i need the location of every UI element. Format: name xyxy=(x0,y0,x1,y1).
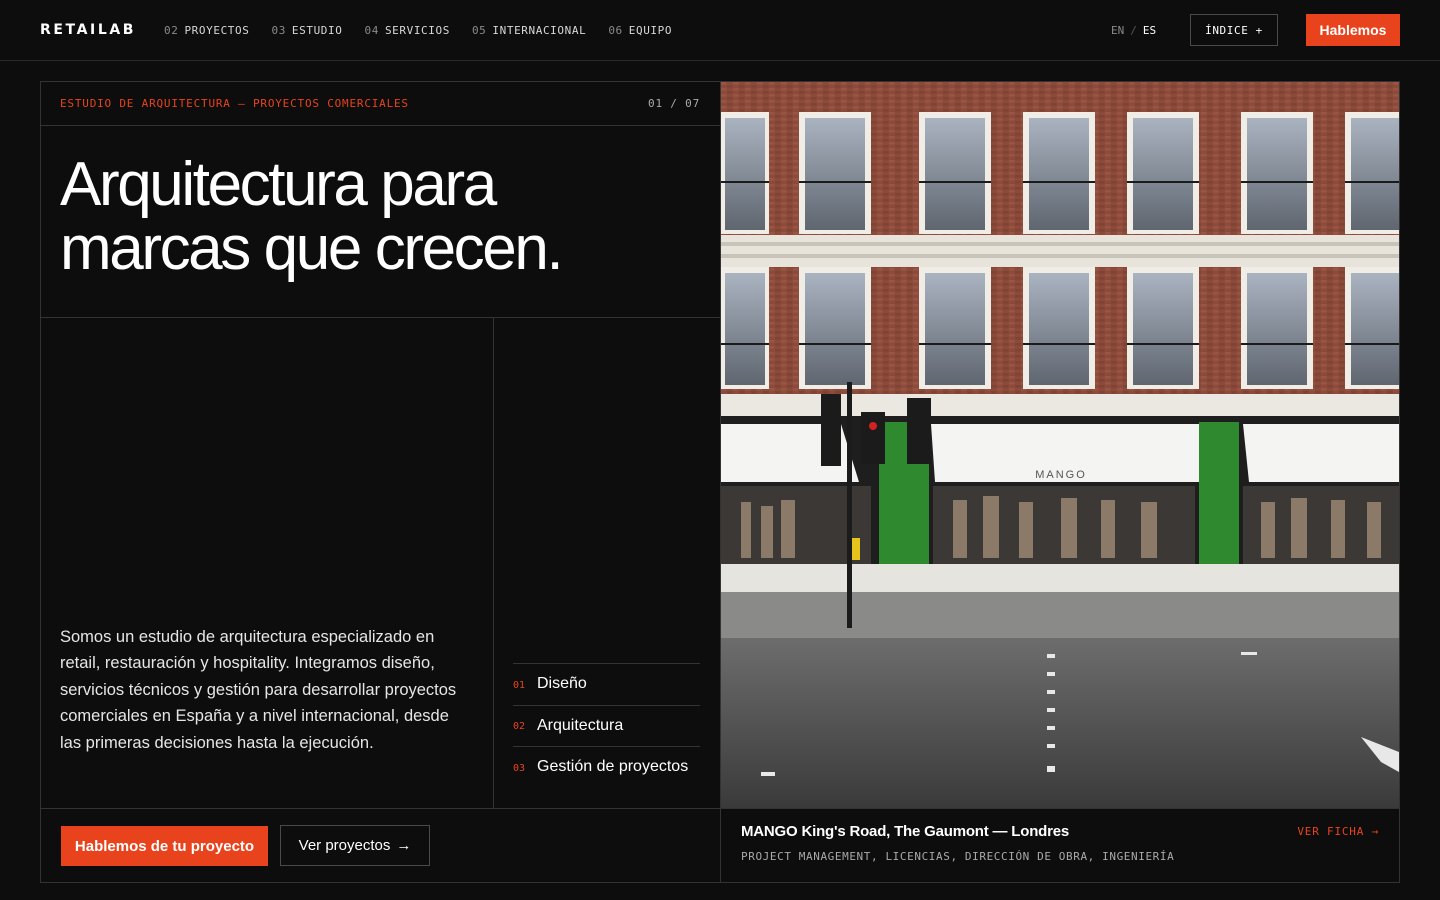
project-title: MANGO King's Road, The Gaumont — Londres xyxy=(741,823,1070,840)
page-title: Arquitectura para marcas que crecen. xyxy=(60,153,700,281)
storefront-illustration: MANGO xyxy=(721,82,1399,808)
eyebrow-row: ESTUDIO DE ARQUITECTURA — PROYECTOS COME… xyxy=(40,81,720,126)
main-menu: 02 PROYECTOS 03 ESTUDIO 04 SERVICIOS 05 INTE… xyxy=(164,24,672,37)
service-item-arquitectura[interactable]: 02 Arquitectura xyxy=(513,704,700,747)
page-title-line-2: marcas que crecen. xyxy=(60,214,564,283)
lang-en[interactable]: EN xyxy=(1111,24,1124,37)
project-services: PROJECT MANAGEMENT, LICENCIAS, DIRECCIÓN… xyxy=(741,850,1175,863)
divider xyxy=(40,317,720,318)
featured-project-photo[interactable]: MANGO xyxy=(721,82,1399,808)
index-button[interactable]: ÍNDICE + xyxy=(1190,14,1278,46)
hero-left-panel: ESTUDIO DE ARQUITECTURA — PROYECTOS COME… xyxy=(40,81,721,883)
contact-project-button[interactable]: Hablemos de tu proyecto xyxy=(61,826,268,866)
menu-item-internacional[interactable]: 05 INTERNACIONAL xyxy=(472,24,586,37)
column-divider xyxy=(493,318,494,808)
storefront-sign: MANGO xyxy=(1035,469,1087,481)
menu-item-equipo[interactable]: 06 EQUIPO xyxy=(608,24,672,37)
view-project-sheet-link[interactable]: VER FICHA → xyxy=(1297,825,1379,838)
hablemos-button[interactable]: Hablemos xyxy=(1306,14,1400,46)
view-projects-label: Ver proyectos xyxy=(298,837,391,854)
menu-item-servicios[interactable]: 04 SERVICIOS xyxy=(364,24,449,37)
eyebrow: ESTUDIO DE ARQUITECTURA — PROYECTOS COME… xyxy=(60,97,409,110)
logo[interactable]: RETAILAB xyxy=(40,22,136,38)
slide-counter: 01 / 07 xyxy=(648,97,700,110)
top-nav: RETAILAB 02 PROYECTOS 03 ESTUDIO 04 SERVICI… xyxy=(0,0,1440,61)
language-switcher: EN / ES xyxy=(1111,24,1156,37)
services-list: 01 Diseño 02 Arquitectura 03 Gestión de … xyxy=(513,663,700,788)
lang-separator: / xyxy=(1130,24,1137,37)
menu-item-estudio[interactable]: 03 ESTUDIO xyxy=(271,24,342,37)
page-title-line-1: Arquitectura para xyxy=(60,150,497,219)
service-item-gestion[interactable]: 03 Gestión de proyectos xyxy=(513,746,700,788)
menu-item-proyectos[interactable]: 02 PROYECTOS xyxy=(164,24,249,37)
featured-project-caption: MANGO King's Road, The Gaumont — Londres… xyxy=(721,808,1399,882)
lang-es[interactable]: ES xyxy=(1143,24,1156,37)
arrow-right-icon: → xyxy=(396,837,412,854)
studio-description: Somos un estudio de arquitectura especia… xyxy=(60,628,457,752)
service-item-diseno[interactable]: 01 Diseño xyxy=(513,663,700,705)
view-projects-button[interactable]: Ver proyectos → xyxy=(280,825,430,866)
divider xyxy=(40,808,720,809)
